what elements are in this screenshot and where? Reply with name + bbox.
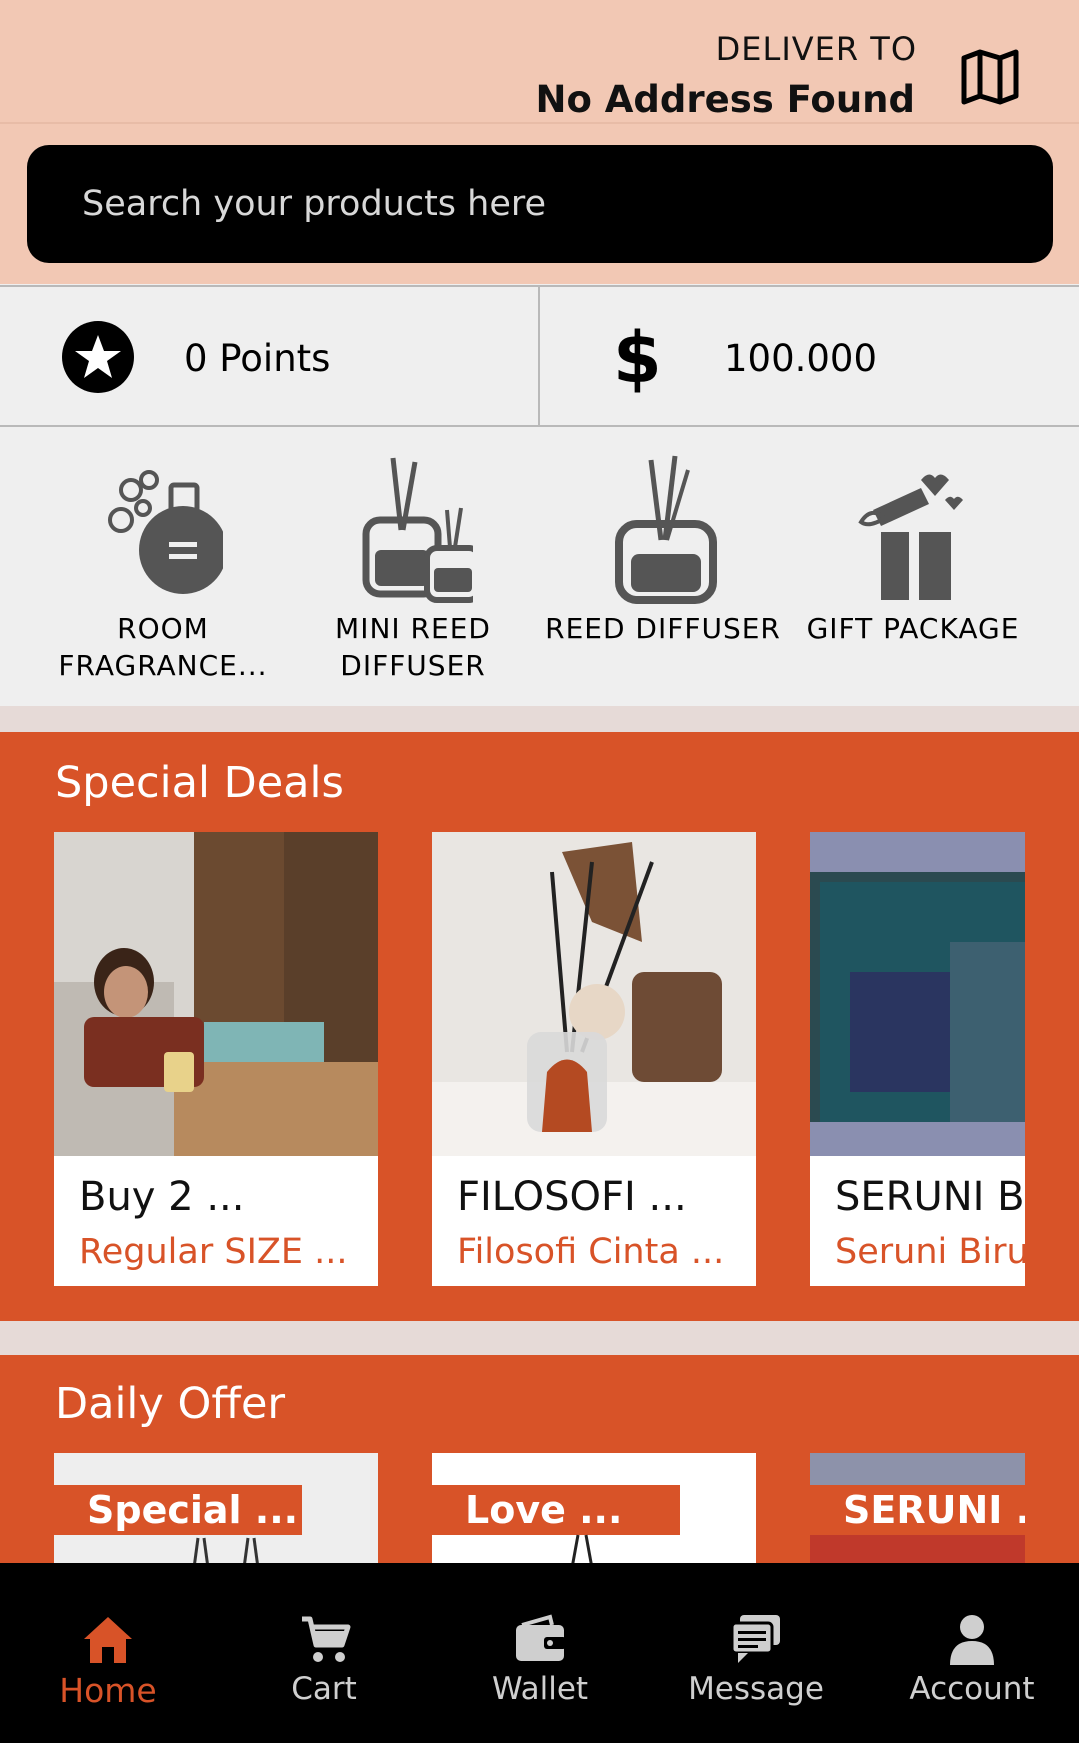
search-input[interactable]	[82, 145, 1022, 263]
balance-value[interactable]: 100.000	[724, 337, 877, 380]
category-room-fragrance[interactable]: ROOM FRAGRANCE...	[38, 428, 288, 706]
daily-offer-section: Daily Offer Special ... Love ... SERUNI …	[0, 1355, 1079, 1568]
section-gap	[0, 1321, 1079, 1355]
section-title: Special Deals	[55, 758, 344, 808]
wallet-icon	[516, 1614, 566, 1661]
nav-wallet[interactable]: Wallet	[432, 1563, 648, 1743]
nav-label: Cart	[291, 1671, 357, 1707]
offer-card[interactable]: Love ...	[432, 1453, 756, 1568]
category-label: ROOM FRAGRANCE...	[58, 612, 268, 682]
deal-card[interactable]: Buy 2 ... Regular SIZE ...	[54, 832, 378, 1286]
header-divider	[0, 122, 1079, 124]
delivery-address[interactable]: No Address Found	[535, 78, 915, 121]
category-mini-reed-diffuser[interactable]: MINI REED DIFFUSER	[288, 428, 538, 706]
special-deals-section: Special Deals Buy 2 ... Regular SIZE ...	[0, 732, 1079, 1321]
nav-label: Account	[909, 1671, 1035, 1707]
stats-divider	[538, 287, 540, 427]
deal-image	[432, 832, 756, 1156]
map-icon[interactable]	[958, 44, 1022, 108]
category-label: GIFT PACKAGE	[806, 612, 1020, 645]
cart-icon	[302, 1616, 351, 1662]
deal-subtitle: Regular SIZE ...	[79, 1232, 348, 1272]
deal-card[interactable]: FILOSOFI ... Filosofi Cinta ...	[432, 832, 756, 1286]
deal-image	[54, 832, 378, 1156]
home-icon	[84, 1617, 132, 1663]
wallet-summary: 0 Points $ 100.000	[0, 285, 1079, 427]
section-title: Daily Offer	[55, 1379, 286, 1429]
category-list: ROOM FRAGRANCE... MINI REED DIFFUSER REE…	[0, 428, 1079, 706]
deal-title: SERUNI B	[835, 1174, 1025, 1220]
reed-diffuser-icon	[615, 455, 717, 604]
nav-cart[interactable]: Cart	[216, 1563, 432, 1743]
category-label: REED DIFFUSER	[545, 612, 781, 645]
deal-image	[810, 832, 1025, 1156]
category-label: MINI REED DIFFUSER	[335, 612, 491, 682]
app-header: DELIVER TO No Address Found	[0, 0, 1079, 284]
nav-message[interactable]: Message	[648, 1563, 864, 1743]
section-gap	[0, 706, 1079, 732]
nav-label: Home	[59, 1671, 157, 1710]
deal-title: FILOSOFI ...	[457, 1174, 687, 1220]
offer-card[interactable]: SERUNI ...	[810, 1453, 1025, 1568]
nav-label: Message	[688, 1671, 824, 1707]
offer-tag: Love ...	[432, 1485, 680, 1535]
deal-subtitle: Seruni Biru	[835, 1232, 1025, 1272]
deal-subtitle: Filosofi Cinta ...	[457, 1232, 725, 1272]
dollar-icon: $	[613, 317, 662, 399]
bottom-navigation: Home Cart Wallet Message Account	[0, 1563, 1079, 1743]
nav-label: Wallet	[491, 1671, 589, 1707]
search-bar[interactable]	[27, 145, 1053, 263]
deliver-to-label: DELIVER TO	[715, 30, 917, 68]
perfume-bottle-icon	[108, 470, 223, 594]
account-icon	[950, 1615, 994, 1665]
message-icon	[730, 1615, 780, 1663]
offer-tag: Special ...	[54, 1485, 302, 1535]
offer-card[interactable]: Special ...	[54, 1453, 378, 1568]
nav-home[interactable]: Home	[0, 1563, 216, 1743]
category-reed-diffuser[interactable]: REED DIFFUSER	[538, 428, 788, 706]
offer-tag: SERUNI ...	[810, 1485, 1025, 1535]
points-value[interactable]: 0 Points	[184, 337, 330, 380]
gift-box-icon	[858, 474, 963, 600]
deal-card[interactable]: SERUNI B Seruni Biru	[810, 832, 1025, 1286]
star-icon	[62, 321, 134, 393]
category-gift-package[interactable]: GIFT PACKAGE	[788, 428, 1038, 706]
deal-title: Buy 2 ...	[79, 1174, 245, 1220]
nav-account[interactable]: Account	[864, 1563, 1079, 1743]
offer-image	[810, 1453, 1025, 1485]
mini-reed-diffuser-icon	[362, 457, 473, 603]
